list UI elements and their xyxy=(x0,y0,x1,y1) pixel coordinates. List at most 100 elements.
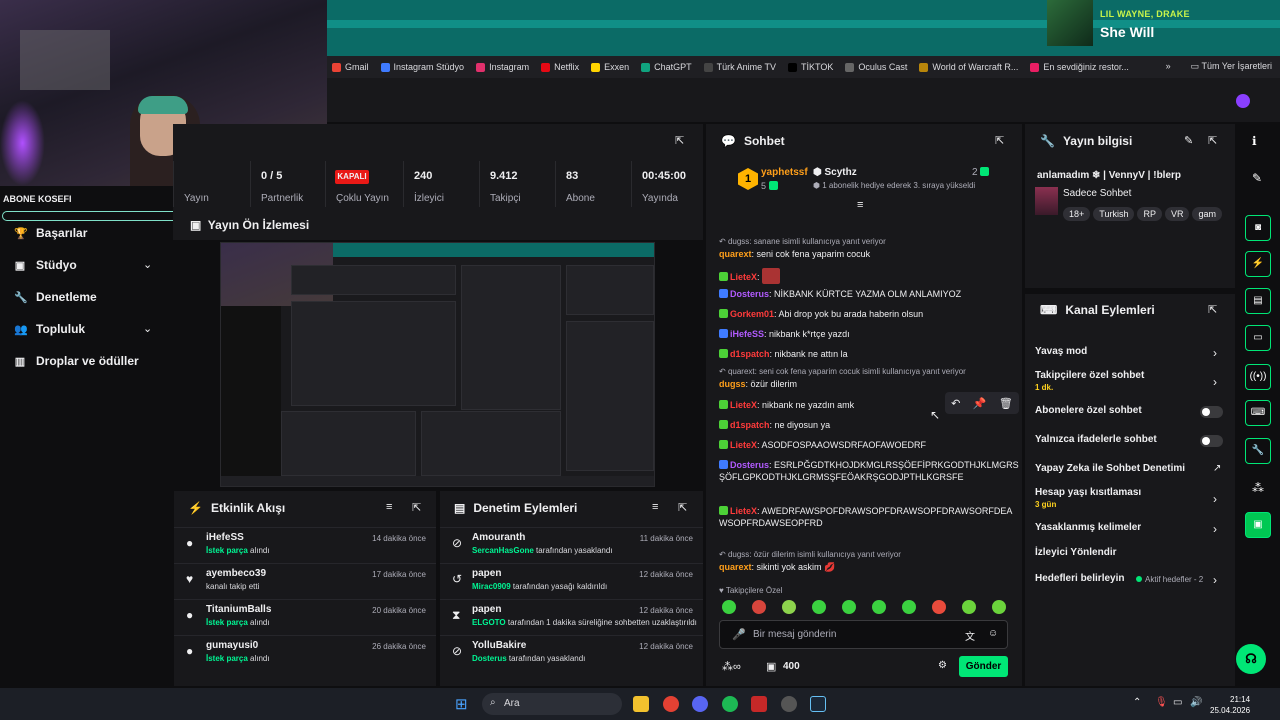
chat-message[interactable]: LieteX: AWEDRFAWSPOFDRAWSOPFDRAWSOPFDRAW… xyxy=(719,505,1019,529)
channel-action-item[interactable]: Yalnızca ifadelerle sohbet xyxy=(1035,434,1157,445)
chat-username[interactable]: Dosterus xyxy=(730,289,769,299)
chat-settings-icon[interactable]: ⚙ xyxy=(938,660,947,671)
chat-username[interactable]: quarext xyxy=(719,562,752,572)
emote-icon[interactable] xyxy=(722,600,736,614)
chat-message[interactable]: Dosterus: ESRLPĞGDTKHOJDKMGLRSŞÖEFİPRKGO… xyxy=(719,459,1019,483)
category-name[interactable]: Sadece Sohbet xyxy=(1063,188,1131,199)
tag-chip[interactable]: 18+ xyxy=(1063,207,1091,221)
reply-context[interactable]: ↶ dugss: özür dilerim isimli kullanıcıya… xyxy=(719,549,1019,561)
emote-icon[interactable] xyxy=(992,600,1006,614)
emote-icon[interactable] xyxy=(932,600,946,614)
emote-icon[interactable] xyxy=(812,600,826,614)
channel-action-item[interactable]: Abonelere özel sohbet xyxy=(1035,405,1142,416)
chevron-right-icon[interactable]: › xyxy=(1213,346,1217,360)
category-thumbnail[interactable] xyxy=(1035,187,1058,215)
taskbar-search[interactable]: ⌕ Ara xyxy=(482,693,622,715)
sidebar-item-denetleme[interactable]: 🔧 Denetleme xyxy=(14,290,97,304)
delete-icon[interactable]: 🗑 xyxy=(999,397,1013,410)
channel-action-item[interactable]: Takipçilere özel sohbet 1 dk. xyxy=(1035,370,1144,392)
network-tray-icon[interactable]: ▭ xyxy=(1173,697,1182,708)
pin-icon[interactable]: 📌 xyxy=(973,397,987,410)
chat-message[interactable]: d1spatch: nikbank ne attın la xyxy=(719,348,1019,360)
tag-chip[interactable]: Turkish xyxy=(1093,207,1135,221)
list-item[interactable]: ↺ papen Mirac0909 tarafından yasağı kaldır… xyxy=(440,563,703,598)
expand-icon[interactable]: ⇱ xyxy=(1208,303,1217,316)
volume-icon[interactable]: 🔊 xyxy=(1190,697,1202,708)
bookmark-item[interactable]: TİKTOK xyxy=(788,62,833,72)
rail-button-7[interactable]: 🔧 xyxy=(1245,438,1271,464)
emote-icon[interactable] xyxy=(902,600,916,614)
sidebar-item-droplar-ve-ödüller[interactable]: ▥ Droplar ve ödüller xyxy=(14,354,139,368)
toggle-switch[interactable] xyxy=(1200,435,1223,447)
chat-username[interactable]: LieteX xyxy=(730,506,757,516)
taskbar-clock[interactable]: 21:14 25.04.2026 xyxy=(1210,694,1250,716)
chevron-down-icon[interactable]: ⌄ xyxy=(143,258,152,271)
rail-button-8[interactable]: ▣ xyxy=(1245,512,1271,538)
chat-message[interactable]: iHefeSS: nikbank k*rtçe yazdı xyxy=(719,328,1019,340)
chat-username[interactable]: dugss xyxy=(719,379,746,389)
list-item[interactable]: ⊘ Amouranth SercanHasGone tarafından yasak… xyxy=(440,527,703,562)
chevron-right-icon[interactable]: › xyxy=(1213,573,1217,587)
channel-action-item[interactable]: Yavaş mod xyxy=(1035,346,1087,357)
channel-action-item[interactable]: Yapay Zeka ile Sohbet Denetimi xyxy=(1035,463,1185,474)
rail-button-6[interactable]: ⌨ xyxy=(1245,400,1271,426)
list-item[interactable]: ♥ ayembeco39 kanalı takip etti 17 dakika ön… xyxy=(174,563,436,598)
reply-context[interactable]: ↶ quarext: seni cok fena yaparim cocuk i… xyxy=(719,366,1019,378)
emote-icon[interactable] xyxy=(872,600,886,614)
bookmark-item[interactable]: En sevdiğiniz restor... xyxy=(1030,62,1129,72)
expand-icon[interactable]: ⇱ xyxy=(678,501,687,514)
bookmark-item[interactable]: Gmail xyxy=(332,62,369,72)
collapse-pinned-icon[interactable]: ≡ xyxy=(857,199,863,211)
pencil-icon[interactable]: ✎ xyxy=(1252,171,1262,185)
rail-button-2[interactable]: ⚡ xyxy=(1245,251,1271,277)
chat-message[interactable]: d1spatch: ne diyosun ya xyxy=(719,419,1019,431)
external-link-icon[interactable]: ↗ xyxy=(1213,463,1221,474)
rail-button-3[interactable]: ▤ xyxy=(1245,288,1271,314)
chat-username[interactable]: quarext xyxy=(719,249,752,259)
emote-icon[interactable] xyxy=(782,600,796,614)
chevron-down-icon[interactable]: ⌄ xyxy=(143,322,152,335)
emoji-icon[interactable]: ☺ xyxy=(988,628,998,639)
chat-message[interactable]: quarext: sikinti yok askim 💋 xyxy=(719,561,1019,573)
chat-message[interactable]: quarext: seni cok fena yaparim cocuk xyxy=(719,248,1019,260)
filter-icon[interactable]: ≡ xyxy=(386,501,392,513)
chat-username[interactable]: LieteX xyxy=(730,440,757,450)
chat-message[interactable]: LieteX: xyxy=(719,268,1019,284)
bookmark-item[interactable]: Exxen xyxy=(591,62,629,72)
chevron-right-icon[interactable]: › xyxy=(1213,375,1217,389)
channel-action-item[interactable]: Hesap yaşı kısıtlaması 3 gün xyxy=(1035,487,1141,509)
chat-username[interactable]: d1spatch xyxy=(730,349,770,359)
bookmark-item[interactable]: World of Warcraft R... xyxy=(919,62,1018,72)
translate-icon[interactable]: 文 xyxy=(965,628,975,643)
mic-tray-icon[interactable]: 🎙 xyxy=(1155,697,1168,708)
file-explorer-icon[interactable] xyxy=(633,696,649,712)
emote-icon[interactable] xyxy=(752,600,766,614)
bookmarks-more-button[interactable]: » xyxy=(1166,61,1171,72)
mic-icon[interactable]: 🎤 xyxy=(732,628,746,641)
gifter-name[interactable]: ⬢ Scythz xyxy=(813,167,857,178)
obs-icon[interactable] xyxy=(781,696,797,712)
sidebar-item-topluluk[interactable]: 👥 Topluluk xyxy=(14,322,85,336)
send-button[interactable]: Gönder xyxy=(959,656,1008,677)
list-item[interactable]: ⊘ YolluBakire Dosterus tarafından yasaklan… xyxy=(440,635,703,670)
chat-message[interactable]: dugss: özür dilerim xyxy=(719,378,1019,390)
chrome-icon[interactable] xyxy=(663,696,679,712)
tag-chip[interactable]: gam xyxy=(1192,207,1222,221)
list-item[interactable]: ● TitaniumBalls İstek parça alındı 20 dakik… xyxy=(174,599,436,634)
chevron-right-icon[interactable]: › xyxy=(1213,492,1217,506)
list-item[interactable]: ● gumayusi0 İstek parça alındı 26 dakika ön… xyxy=(174,635,436,670)
filter-icon[interactable]: ≡ xyxy=(652,501,658,513)
discord-icon[interactable] xyxy=(692,696,708,712)
reply-context[interactable]: ↶ dugss: sanane isimli kullanıcıya yanıt… xyxy=(719,236,1019,248)
chevron-right-icon[interactable]: › xyxy=(1213,522,1217,536)
chat-message[interactable]: Gorkem01: Abi drop yok bu arada haberin … xyxy=(719,308,1019,320)
chat-username[interactable]: Gorkem01 xyxy=(730,309,774,319)
toggle-switch[interactable] xyxy=(1200,406,1223,418)
pinned-user[interactable]: yaphetssf xyxy=(761,167,808,178)
list-item[interactable]: ● iHefeSS İstek parça alındı 14 dakika önce xyxy=(174,527,436,562)
info-icon[interactable]: ℹ xyxy=(1252,134,1257,148)
chat-username[interactable]: LieteX xyxy=(730,400,757,410)
help-button[interactable]: ☊ xyxy=(1236,644,1266,674)
emote-icon[interactable] xyxy=(962,600,976,614)
bookmark-item[interactable]: Instagram xyxy=(476,62,529,72)
